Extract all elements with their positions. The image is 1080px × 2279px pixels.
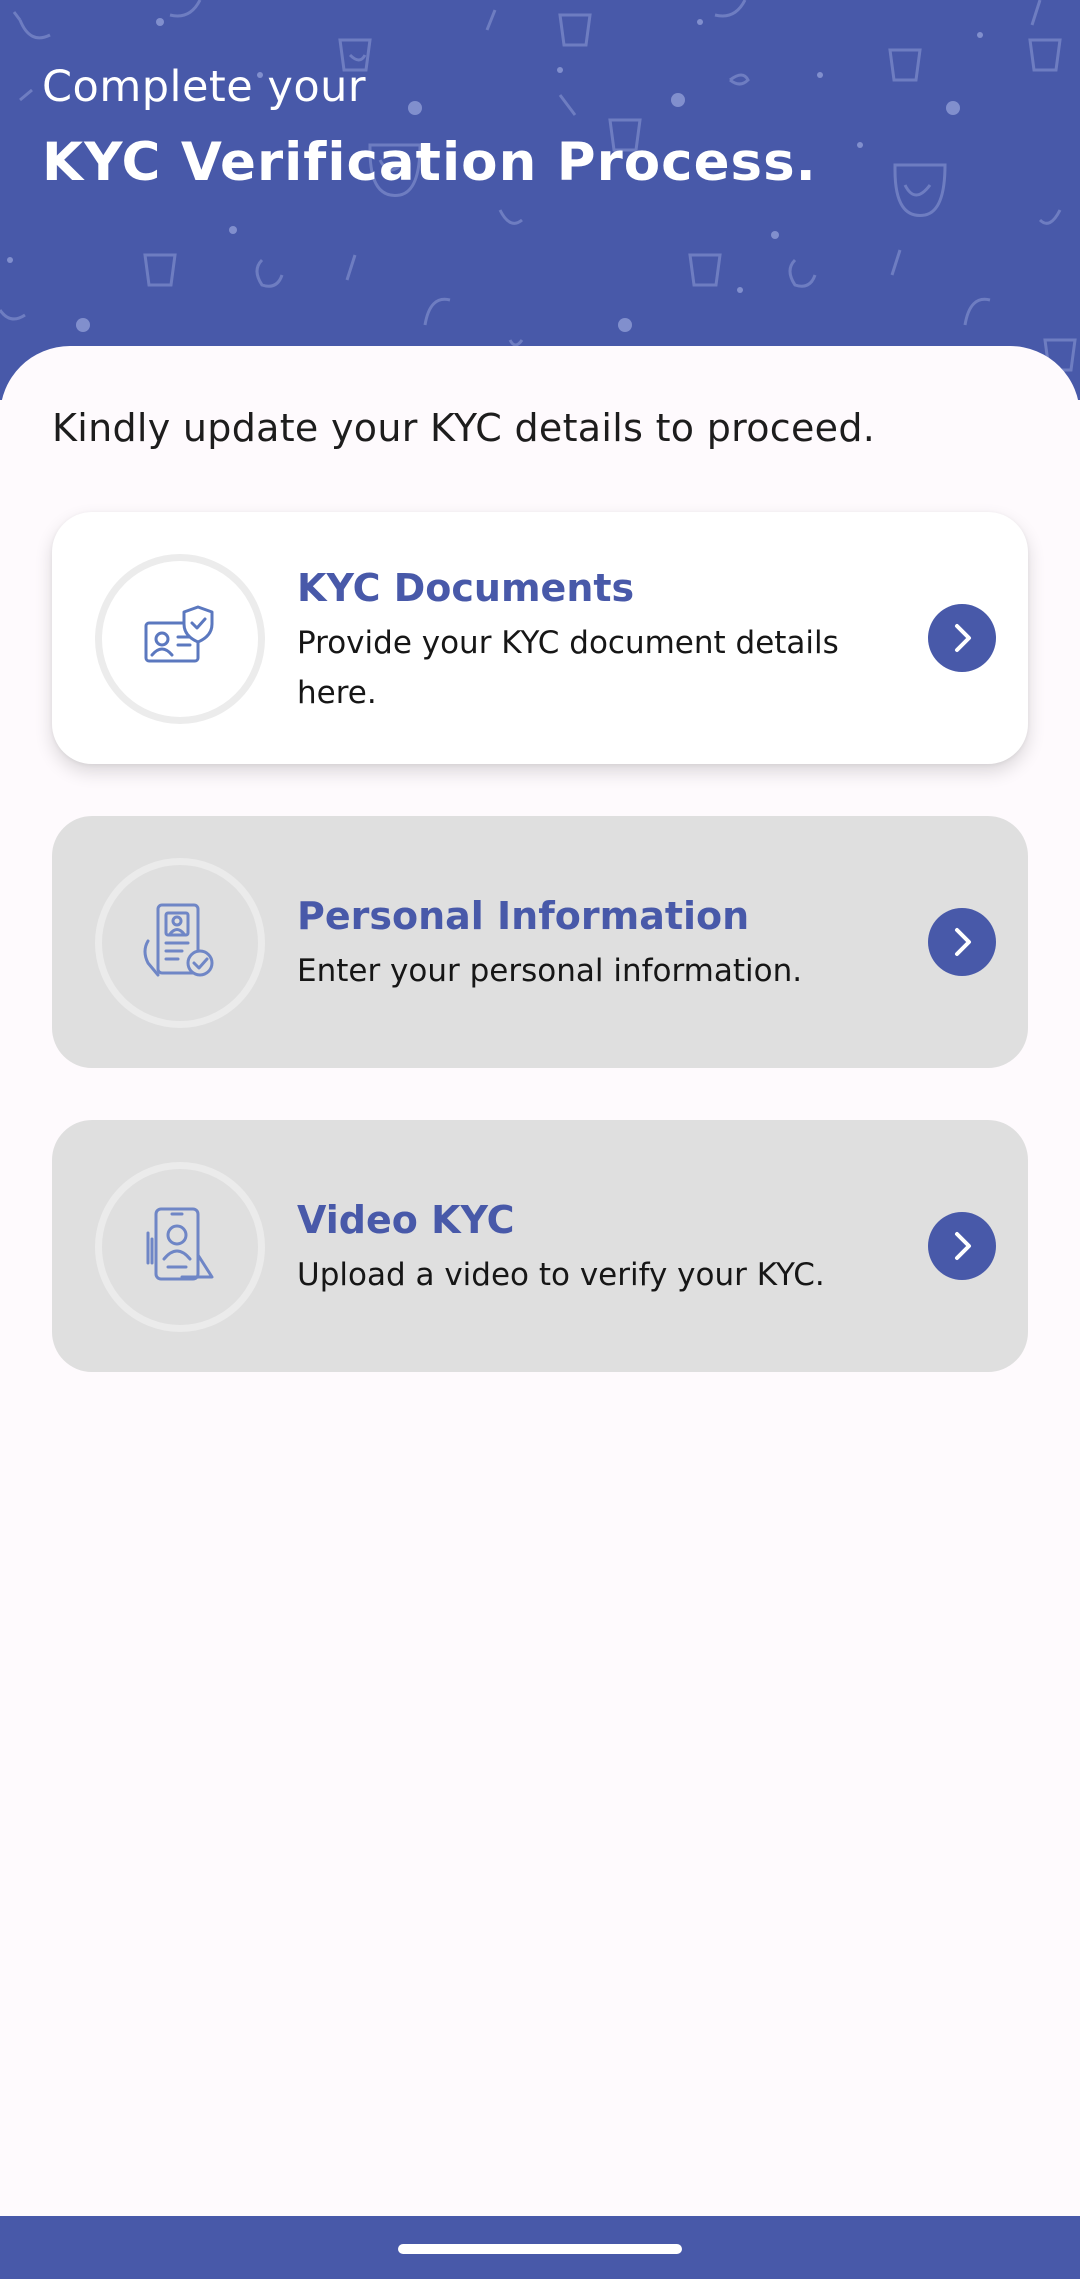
- phone-selfie-icon: [146, 1207, 214, 1281]
- id-card-shield-icon: [144, 605, 214, 663]
- personal-information-card[interactable]: Personal Information Enter your personal…: [52, 816, 1028, 1068]
- card-description: Upload a video to verify your KYC.: [297, 1257, 825, 1293]
- proceed-arrow-button[interactable]: [928, 908, 996, 976]
- page-title: KYC Verification Process.: [42, 132, 817, 193]
- card-description: Enter your personal information.: [297, 953, 803, 989]
- proceed-arrow-button[interactable]: [928, 604, 996, 672]
- home-indicator[interactable]: [398, 2244, 682, 2254]
- chevron-right-icon: [955, 1232, 971, 1260]
- instruction-text: Kindly update your KYC details to procee…: [52, 406, 876, 450]
- chevron-right-icon: [955, 928, 971, 956]
- card-title: Personal Information: [297, 894, 750, 938]
- content-sheet: Kindly update your KYC details to procee…: [0, 346, 1080, 2216]
- background-pattern: [0, 0, 1077, 372]
- icon-circle: [95, 1162, 265, 1332]
- video-kyc-card[interactable]: Video KYC Upload a video to verify your …: [52, 1120, 1028, 1372]
- chevron-right-icon: [955, 624, 971, 652]
- card-title: KYC Documents: [297, 566, 635, 610]
- card-title: Video KYC: [297, 1198, 515, 1242]
- icon-circle: [95, 858, 265, 1028]
- icon-circle: [95, 554, 265, 724]
- profile-document-check-icon: [143, 903, 214, 977]
- card-description: Provide your KYC document details here.: [297, 625, 839, 711]
- proceed-arrow-button[interactable]: [928, 1212, 996, 1280]
- navigation-bar: [0, 2216, 1080, 2279]
- header-banner: Complete your KYC Verification Process.: [0, 0, 1080, 400]
- kyc-documents-card[interactable]: KYC Documents Provide your KYC document …: [52, 512, 1028, 764]
- header-subtitle: Complete your: [42, 62, 367, 112]
